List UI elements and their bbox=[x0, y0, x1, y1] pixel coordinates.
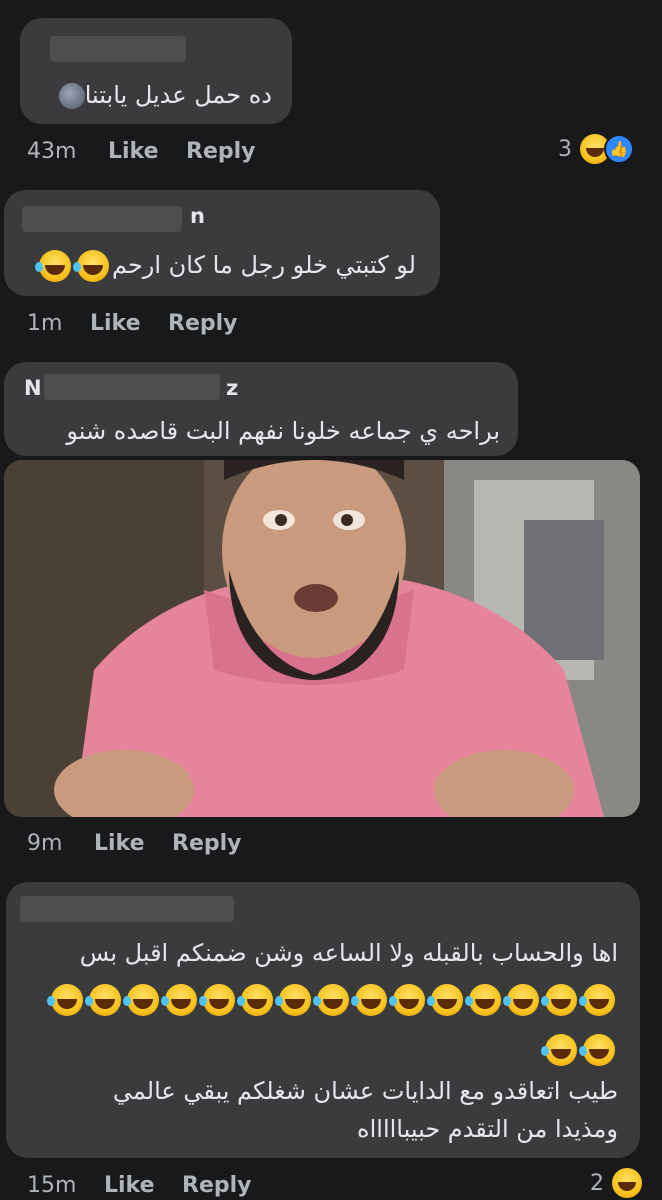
reply-button[interactable]: Reply bbox=[168, 311, 238, 336]
like-button[interactable]: Like bbox=[104, 1173, 155, 1198]
emoji-row-1 bbox=[47, 980, 618, 1018]
comment-text-4-line-4: طيب اتعاقدو مع الدايات عشان شغلكم يبقي ع… bbox=[112, 1077, 618, 1105]
reply-button[interactable]: Reply bbox=[182, 1173, 252, 1198]
laughing-emoji-icon bbox=[72, 250, 109, 282]
comment-time: 15m bbox=[27, 1172, 77, 1198]
laughing-emoji-icon bbox=[237, 984, 273, 1016]
comment-bubble-3: N z براحه ي جماعه خلونا نفهم البت قاصده … bbox=[4, 362, 518, 456]
comment-text-2: لو كتبتي خلو رجل ما كان ارحم bbox=[34, 246, 416, 284]
commenter-name-fragment: N bbox=[24, 376, 42, 400]
laughing-emoji-icon bbox=[161, 984, 197, 1016]
laughing-emoji-icon bbox=[465, 984, 501, 1016]
laughing-emoji-icon bbox=[199, 984, 235, 1016]
laughing-emoji-icon bbox=[85, 984, 121, 1016]
laughing-emoji-icon bbox=[351, 984, 387, 1016]
reply-button[interactable]: Reply bbox=[172, 831, 242, 856]
comment-text-1: ده حمل عديل يابتنا bbox=[55, 76, 272, 114]
like-reaction-icon: 👍 bbox=[604, 134, 634, 164]
laughing-emoji-icon bbox=[579, 984, 615, 1016]
comment-text-4-line-1: اها والحساب بالقبله ولا الساعه وشن ضمنكم… bbox=[79, 939, 618, 967]
reaction-count: 3 bbox=[558, 136, 572, 162]
comment-meta-4: 15m Like Reply bbox=[0, 1170, 662, 1200]
laughing-emoji-icon bbox=[427, 984, 463, 1016]
reaction-summary-4[interactable]: 2 bbox=[590, 1166, 644, 1200]
comment-text-3: براحه ي جماعه خلونا نفهم البت قاصده شنو bbox=[66, 417, 500, 445]
redacted-name bbox=[44, 374, 220, 400]
comment-bubble-1: ده حمل عديل يابتنا bbox=[20, 18, 292, 124]
commenter-name-fragment: n bbox=[190, 204, 205, 228]
comment-meta-3: 9m Like Reply bbox=[0, 828, 662, 858]
new-moon-face-icon bbox=[58, 83, 85, 109]
emoji-row-2 bbox=[541, 1030, 618, 1068]
commenter-name-fragment: z bbox=[226, 376, 239, 400]
comment-bubble-2: n لو كتبتي خلو رجل ما كان ارحم bbox=[4, 190, 440, 296]
laughing-emoji-icon bbox=[34, 250, 71, 282]
reaction-summary-1[interactable]: 3 👍 bbox=[558, 132, 634, 166]
laughing-emoji-icon bbox=[541, 984, 577, 1016]
like-button[interactable]: Like bbox=[90, 311, 141, 336]
laughing-emoji-icon bbox=[47, 984, 83, 1016]
reply-button[interactable]: Reply bbox=[186, 139, 256, 164]
laughing-emoji-icon bbox=[389, 984, 425, 1016]
comment-time: 9m bbox=[27, 830, 63, 856]
redacted-name bbox=[50, 36, 186, 62]
redacted-name bbox=[22, 206, 182, 232]
like-button[interactable]: Like bbox=[108, 139, 159, 164]
comment-text-4-line-5: ومذيدا من التقدم حبيباااااه bbox=[357, 1115, 618, 1143]
comment-meta-2: 1m Like Reply bbox=[0, 308, 662, 338]
comment-time: 1m bbox=[27, 310, 63, 336]
like-button[interactable]: Like bbox=[94, 831, 145, 856]
laughing-emoji-icon bbox=[541, 1034, 577, 1066]
laughing-emoji-icon bbox=[275, 984, 311, 1016]
redacted-name bbox=[20, 896, 234, 922]
laughing-emoji-icon bbox=[503, 984, 539, 1016]
comment-bubble-4: اها والحساب بالقبله ولا الساعه وشن ضمنكم… bbox=[6, 882, 640, 1158]
haha-reaction-icon bbox=[610, 1166, 644, 1200]
reaction-count: 2 bbox=[590, 1170, 604, 1196]
comment-time: 43m bbox=[27, 138, 77, 164]
man-in-pink-shirt-photo bbox=[4, 460, 640, 817]
laughing-emoji-icon bbox=[313, 984, 349, 1016]
laughing-emoji-icon bbox=[579, 1034, 615, 1066]
laughing-emoji-icon bbox=[123, 984, 159, 1016]
comment-attached-photo[interactable] bbox=[4, 460, 640, 817]
